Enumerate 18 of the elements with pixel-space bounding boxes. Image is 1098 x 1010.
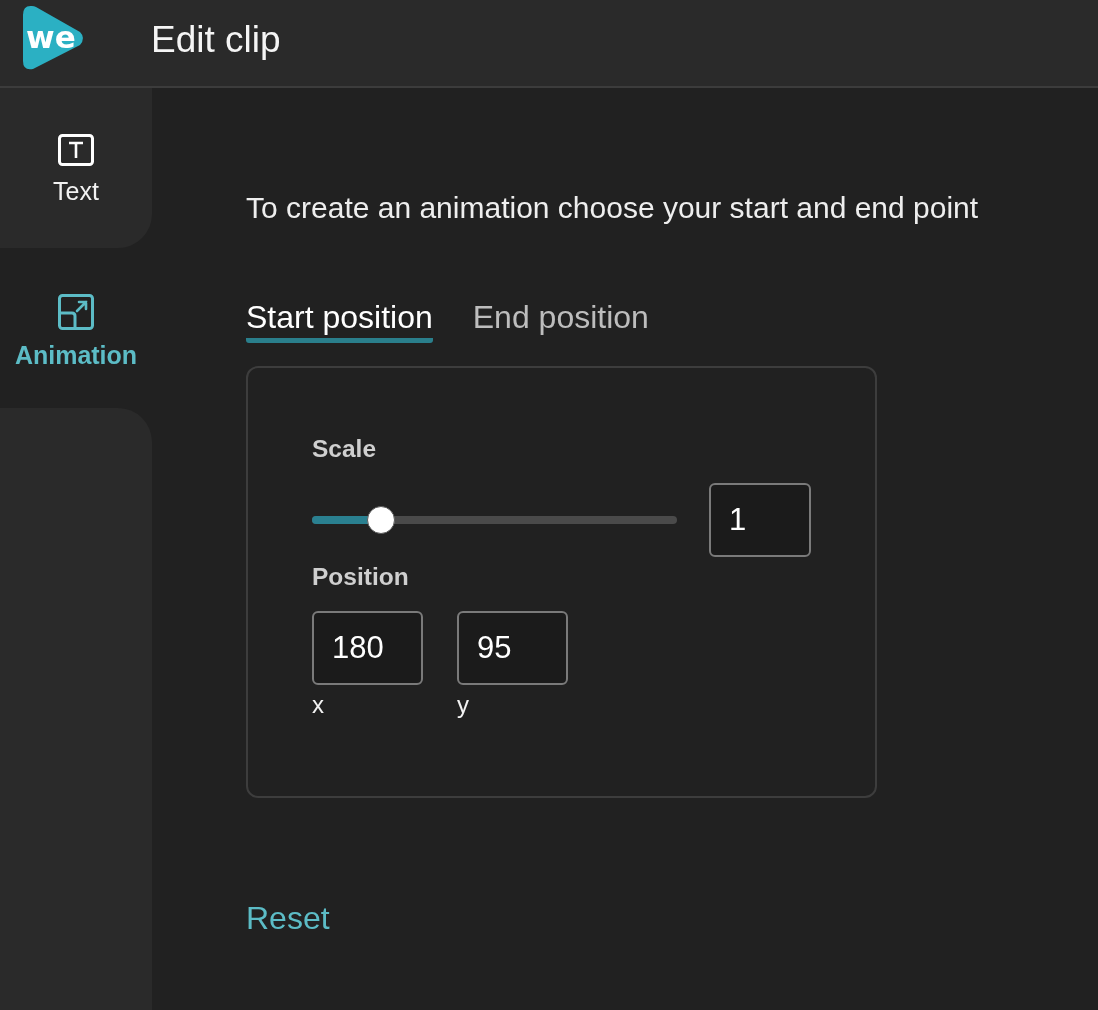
scale-slider[interactable] [312, 505, 677, 535]
sidebar-tab[interactable]: Text [0, 88, 152, 248]
scale-label: Scale [312, 436, 377, 462]
logo-text: we [26, 19, 76, 55]
scale-input[interactable]: 1 [709, 483, 811, 557]
axis-label: y [457, 692, 469, 718]
reset-link[interactable]: Reset [246, 901, 330, 935]
position-input[interactable]: 180 [312, 611, 423, 685]
position-tab[interactable]: End position [472, 300, 649, 343]
page-title: Edit clip [151, 17, 281, 62]
axis-label: x [312, 692, 324, 718]
position-tab[interactable]: Start position [246, 300, 433, 343]
slider-thumb[interactable] [367, 506, 396, 534]
text-icon [58, 134, 94, 166]
instruction-text: To create an animation choose your start and end point [246, 192, 979, 224]
resize-icon [58, 294, 94, 330]
position-input[interactable]: 95 [457, 611, 568, 685]
position-label: Position [312, 564, 409, 590]
